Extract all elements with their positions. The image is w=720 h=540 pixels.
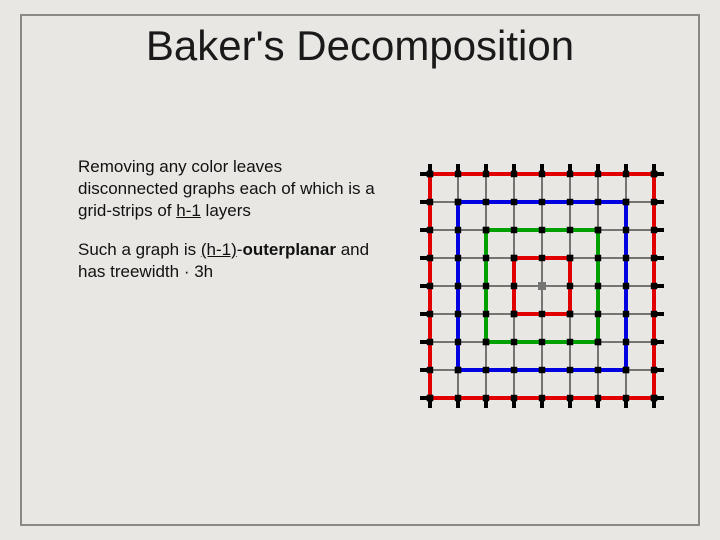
paragraph-1: Removing any color leaves disconnected g… bbox=[78, 156, 378, 221]
paragraph-2: Such a graph is (h-1)-outerplanar and ha… bbox=[78, 239, 378, 283]
slide-title: Baker's Decomposition bbox=[0, 22, 720, 70]
p2-seg-d: outerplanar bbox=[242, 240, 336, 259]
p2-seg-a: Such a graph is bbox=[78, 240, 201, 259]
p2-seg-b: (h-1) bbox=[201, 240, 237, 259]
grid-figure bbox=[414, 158, 670, 414]
body-text: Removing any color leaves disconnected g… bbox=[78, 156, 378, 301]
p1-seg-b: h-1 bbox=[176, 201, 201, 220]
p1-seg-c: layers bbox=[201, 201, 251, 220]
